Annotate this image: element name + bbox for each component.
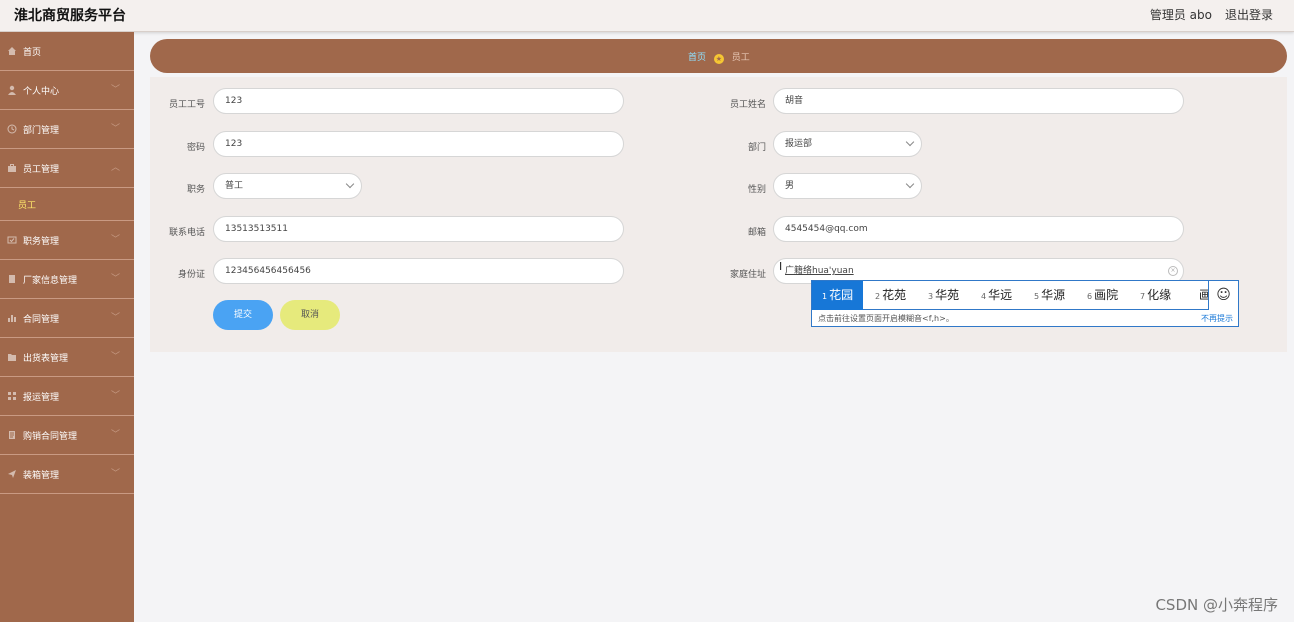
sidebar-item-label: 购销合同管理 [23, 432, 78, 442]
chevron-up-icon: ︿ [110, 163, 120, 173]
ime-candidate[interactable]: 4 华远 [981, 281, 1012, 310]
cancel-button[interactable]: 取消 [280, 300, 340, 330]
sidebar-item-shipment[interactable]: 出货表管理 ﹀ [0, 338, 134, 377]
sidebar-item-packing[interactable]: 装箱管理 ﹀ [0, 455, 134, 494]
employee-name-input[interactable]: 胡音 [773, 88, 1184, 114]
chevron-down-icon [905, 137, 915, 147]
bar-chart-icon [8, 315, 16, 322]
emoji-icon[interactable]: ☺ [1208, 281, 1238, 310]
sidebar: 首页 个人中心 ﹀ 部门管理 ﹀ 员工管理 ︿ 员工 职务管理 ﹀ 厂家信息管理… [0, 32, 134, 622]
id-card-input[interactable]: 123456456456456 [213, 258, 624, 284]
password-label: 密码 [186, 143, 205, 153]
breadcrumb-bar: 首页 ★ 员工 [150, 39, 1287, 73]
file-icon [9, 275, 15, 283]
ime-candidate[interactable]: 3 华苑 [928, 281, 959, 310]
submit-button[interactable]: 提交 [213, 300, 273, 330]
ime-candidate[interactable]: 1 花园 [812, 281, 864, 310]
chevron-down-icon: ﹀ [110, 313, 120, 323]
sidebar-item-label: 个人中心 [23, 87, 60, 97]
chevron-down-icon: ﹀ [110, 352, 120, 362]
gender-select[interactable]: 男 [773, 173, 922, 199]
ime-tip-text: 点击前往设置页面开启模糊音<f,h>。 [818, 314, 954, 323]
ime-candidate[interactable]: 6 画院 [1087, 281, 1118, 310]
ime-candidate-popup: 1 花园 2 花苑 3 华苑 4 华远 5 华源 6 画院 7 化缘 画 ☺ 点击前往设置页面… [811, 280, 1239, 327]
sidebar-subitem-employee[interactable]: 员工 [0, 188, 134, 221]
current-user: 管理员 abo [1149, 8, 1212, 22]
sidebar-item-contract[interactable]: 合同管理 ﹀ [0, 299, 134, 338]
star-icon: ★ [713, 54, 724, 64]
breadcrumb-current: 员工 [731, 53, 750, 63]
top-header: 淮北商贸服务平台 管理员 abo 退出登录 [0, 0, 1294, 32]
sidebar-item-purchase-contract[interactable]: 购销合同管理 ﹀ [0, 416, 134, 455]
chevron-down-icon: ﹀ [110, 124, 120, 134]
sidebar-item-label: 装箱管理 [23, 471, 60, 481]
text-cursor-icon: I [779, 260, 783, 273]
chevron-down-icon: ﹀ [110, 235, 120, 245]
email-input[interactable]: 4545454@qq.com [773, 216, 1184, 242]
clear-icon[interactable]: × [1168, 266, 1178, 276]
sidebar-item-label: 出货表管理 [23, 354, 69, 364]
department-value: 报运部 [785, 139, 813, 149]
breadcrumb: 首页 ★ 员工 [688, 50, 750, 64]
folder-icon [8, 354, 16, 361]
gender-label: 性别 [747, 185, 766, 195]
id-card-label: 身份证 [177, 270, 205, 280]
sidebar-item-label: 合同管理 [23, 315, 60, 325]
id-card-icon [7, 236, 17, 244]
sidebar-item-label: 首页 [23, 48, 42, 58]
employee-no-label: 员工工号 [168, 100, 205, 110]
briefcase-icon [8, 164, 16, 172]
department-select[interactable]: 报运部 [773, 131, 922, 157]
send-icon [8, 470, 16, 478]
department-label: 部门 [747, 143, 766, 153]
sidebar-item-label: 部门管理 [23, 126, 60, 136]
ime-candidate[interactable]: 2 花苑 [875, 281, 906, 310]
sidebar-item-label: 职务管理 [23, 237, 60, 247]
user-icon [8, 85, 16, 95]
address-value: 广籍络hua'yuan [785, 266, 854, 276]
ime-dismiss-link[interactable]: 不再提示 [1201, 313, 1233, 324]
employee-no-input[interactable]: 123 [213, 88, 624, 114]
sidebar-item-department[interactable]: 部门管理 ﹀ [0, 110, 134, 149]
password-input[interactable]: 123 [213, 131, 624, 157]
chevron-down-icon [905, 179, 915, 189]
chevron-down-icon: ﹀ [110, 85, 120, 95]
sidebar-item-employee-mgmt[interactable]: 员工管理 ︿ [0, 149, 134, 188]
grid-icon [8, 392, 16, 400]
sidebar-item-home[interactable]: 首页 [0, 32, 134, 71]
sidebar-item-profile[interactable]: 个人中心 ﹀ [0, 71, 134, 110]
breadcrumb-home-link[interactable]: 首页 [688, 53, 706, 63]
ime-candidate[interactable]: 5 华源 [1034, 281, 1065, 310]
sidebar-item-label: 员工管理 [23, 165, 60, 175]
chevron-down-icon: ﹀ [110, 391, 120, 401]
position-select[interactable]: 普工 [213, 173, 362, 199]
chevron-down-icon: ﹀ [110, 469, 120, 479]
chevron-down-icon: ﹀ [110, 274, 120, 284]
sidebar-item-export-report[interactable]: 报运管理 ﹀ [0, 377, 134, 416]
sidebar-item-label: 报运管理 [23, 393, 60, 403]
logout-link[interactable]: 退出登录 [1225, 6, 1273, 23]
ime-candidate[interactable]: 7 化缘 [1140, 281, 1171, 310]
ime-candidate-row: 1 花园 2 花苑 3 华苑 4 华远 5 华源 6 画院 7 化缘 画 ☺ [812, 281, 1238, 310]
sidebar-item-label: 厂家信息管理 [23, 276, 78, 286]
phone-label: 联系电话 [168, 228, 205, 238]
chevron-down-icon [345, 179, 355, 189]
address-label: 家庭住址 [729, 270, 766, 280]
position-value: 普工 [225, 181, 244, 191]
sidebar-item-vendor[interactable]: 厂家信息管理 ﹀ [0, 260, 134, 299]
home-icon [8, 47, 16, 55]
sidebar-item-position[interactable]: 职务管理 ﹀ [0, 221, 134, 260]
app-title: 淮北商贸服务平台 [14, 8, 126, 24]
watermark: CSDN @小奔程序 [1155, 596, 1278, 614]
email-label: 邮箱 [747, 228, 766, 238]
document-icon [9, 431, 15, 439]
clock-icon [7, 124, 17, 134]
position-label: 职务 [186, 185, 205, 195]
employee-name-label: 员工姓名 [729, 100, 766, 110]
chevron-down-icon: ﹀ [110, 430, 120, 440]
sidebar-subitem-label: 员工 [18, 201, 37, 211]
gender-value: 男 [785, 181, 795, 191]
phone-input[interactable]: 13513513511 [213, 216, 624, 242]
